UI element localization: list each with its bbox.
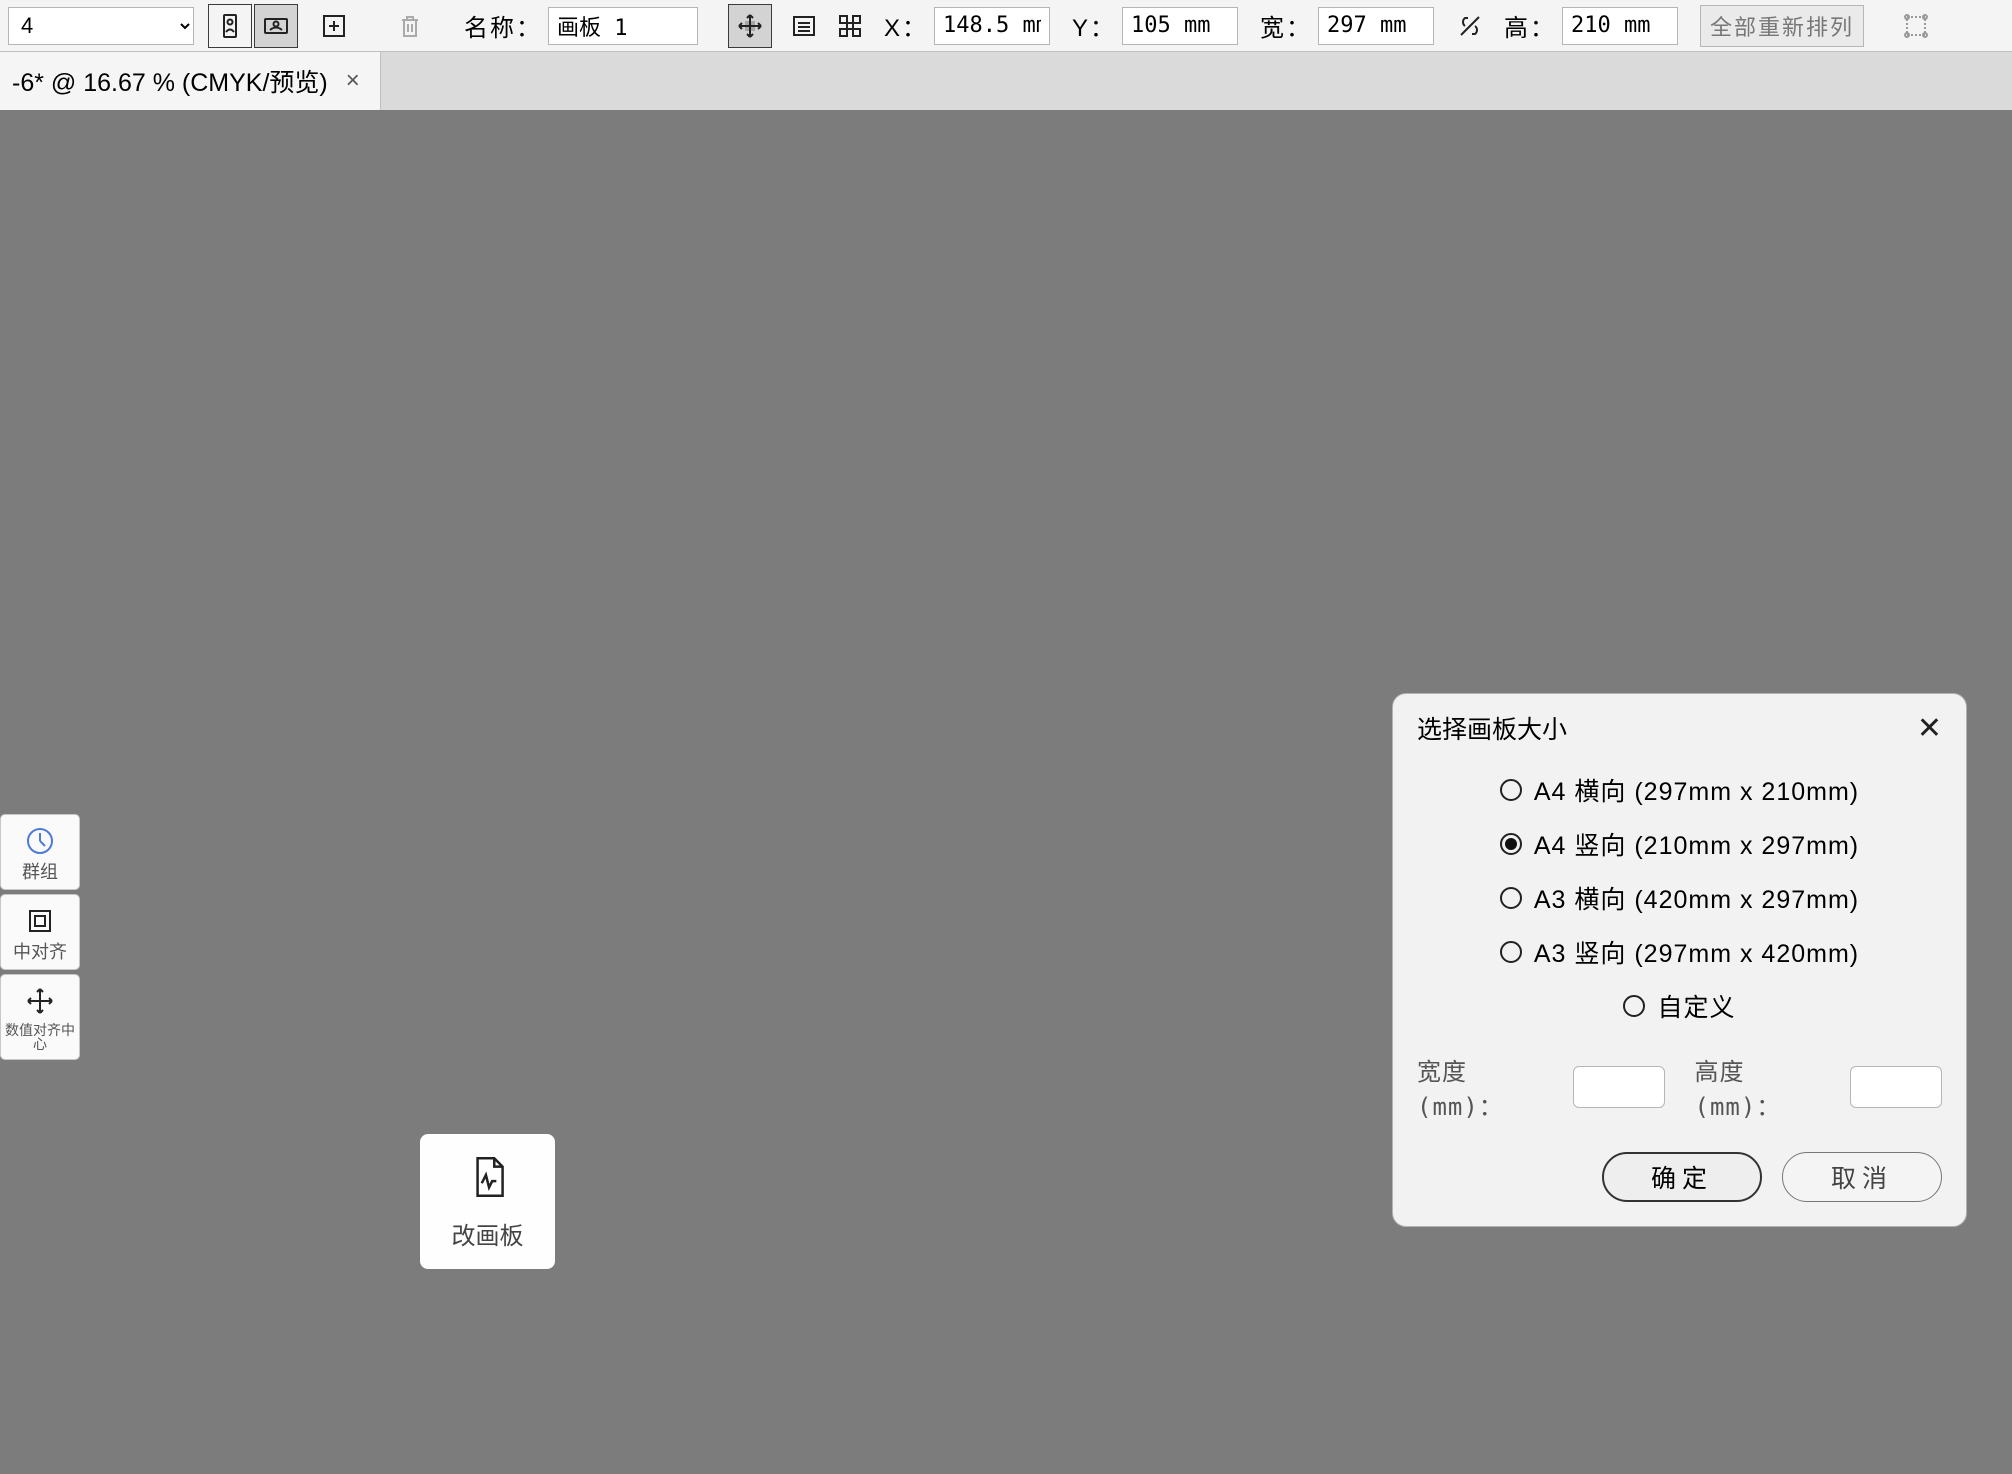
radio-icon — [1623, 995, 1645, 1017]
document-tab-title: -6* @ 16.67 % (CMYK/预览) — [12, 63, 328, 99]
landscape-icon — [262, 12, 290, 40]
radio-icon — [1500, 887, 1522, 909]
option-label: A3 竖向 (297mm x 420mm) — [1534, 934, 1859, 970]
reference-point-icon — [1902, 12, 1930, 40]
move-artwork-icon — [736, 12, 764, 40]
document-tab-bar: -6* @ 16.67 % (CMYK/预览) × — [0, 52, 2012, 110]
option-a4-portrait[interactable]: A4 竖向 (210mm x 297mm) — [1500, 826, 1859, 862]
custom-width-label: 宽度 (mm)： — [1417, 1052, 1543, 1122]
portrait-icon — [216, 12, 244, 40]
grid-button[interactable] — [828, 4, 872, 48]
option-a3-portrait[interactable]: A3 竖向 (297mm x 420mm) — [1500, 934, 1859, 970]
options-bar: 4 名称： X： Y： 宽： 高： 全部重新排列 — [0, 0, 2012, 52]
numeric-align-center-label: 数值对齐中心 — [5, 1023, 75, 1051]
radio-icon — [1500, 833, 1522, 855]
group-label: 群组 — [22, 863, 58, 881]
artboard-name-input[interactable] — [548, 7, 698, 45]
height-label: 高： — [1504, 8, 1556, 43]
move-with-content-button[interactable] — [728, 4, 772, 48]
option-a4-landscape[interactable]: A4 横向 (297mm x 210mm) — [1500, 772, 1859, 808]
size-options: A4 横向 (297mm x 210mm) A4 竖向 (210mm x 297… — [1417, 772, 1942, 1024]
option-a3-landscape[interactable]: A3 横向 (420mm x 297mm) — [1500, 880, 1859, 916]
x-input[interactable] — [934, 7, 1050, 45]
trash-icon — [396, 12, 424, 40]
orientation-portrait-button[interactable] — [208, 4, 252, 48]
align-center-button[interactable]: 中对齐 — [0, 894, 80, 970]
grid-icon — [836, 12, 864, 40]
align-center-label: 中对齐 — [13, 943, 67, 961]
change-artboard-button[interactable]: 改画板 — [420, 1134, 555, 1269]
unlink-icon — [1456, 12, 1484, 40]
document-tab[interactable]: -6* @ 16.67 % (CMYK/预览) × — [0, 52, 381, 110]
dialog-close-button[interactable]: ✕ — [1917, 711, 1942, 746]
cancel-button[interactable]: 取消 — [1782, 1152, 1942, 1202]
name-label: 名称： — [464, 8, 542, 43]
delete-artboard-button[interactable] — [388, 4, 432, 48]
radio-icon — [1500, 779, 1522, 801]
orientation-landscape-button[interactable] — [254, 4, 298, 48]
custom-width-input[interactable] — [1573, 1066, 1665, 1108]
x-label: X： — [884, 8, 928, 43]
reference-point-button[interactable] — [1894, 4, 1938, 48]
y-label: Y： — [1072, 8, 1116, 43]
plus-square-icon — [320, 12, 348, 40]
align-center-icon — [24, 905, 56, 937]
numeric-align-center-button[interactable]: 数值对齐中心 — [0, 974, 80, 1060]
dialog-title: 选择画板大小 — [1417, 710, 1567, 746]
rearrange-all-button[interactable]: 全部重新排列 — [1700, 5, 1864, 47]
custom-height-input[interactable] — [1850, 1066, 1942, 1108]
document-pulse-icon — [463, 1152, 513, 1202]
option-custom[interactable]: 自定义 — [1623, 988, 1735, 1024]
width-input[interactable] — [1318, 7, 1434, 45]
artboard-options-button[interactable] — [782, 4, 826, 48]
option-label: 自定义 — [1657, 988, 1735, 1024]
option-label: A4 竖向 (210mm x 297mm) — [1534, 826, 1859, 862]
artboard-size-dialog: 选择画板大小 ✕ A4 横向 (297mm x 210mm) A4 竖向 (21… — [1392, 693, 1967, 1227]
height-input[interactable] — [1562, 7, 1678, 45]
preset-select[interactable]: 4 — [8, 7, 194, 45]
side-tool-group: 群组 中对齐 数值对齐中心 — [0, 814, 80, 1060]
option-label: A3 横向 (420mm x 297mm) — [1534, 880, 1859, 916]
list-icon — [790, 12, 818, 40]
y-input[interactable] — [1122, 7, 1238, 45]
option-label: A4 横向 (297mm x 210mm) — [1534, 772, 1859, 808]
group-button[interactable]: 群组 — [0, 814, 80, 890]
radio-icon — [1500, 941, 1522, 963]
link-wh-button[interactable] — [1448, 4, 1492, 48]
move-icon — [24, 985, 56, 1017]
custom-height-label: 高度 (mm)： — [1695, 1052, 1821, 1122]
change-artboard-label: 改画板 — [452, 1216, 524, 1251]
close-icon[interactable]: × — [346, 67, 360, 95]
width-label: 宽： — [1260, 8, 1312, 43]
new-artboard-button[interactable] — [312, 4, 356, 48]
ok-button[interactable]: 确定 — [1602, 1152, 1762, 1202]
group-icon — [24, 825, 56, 857]
